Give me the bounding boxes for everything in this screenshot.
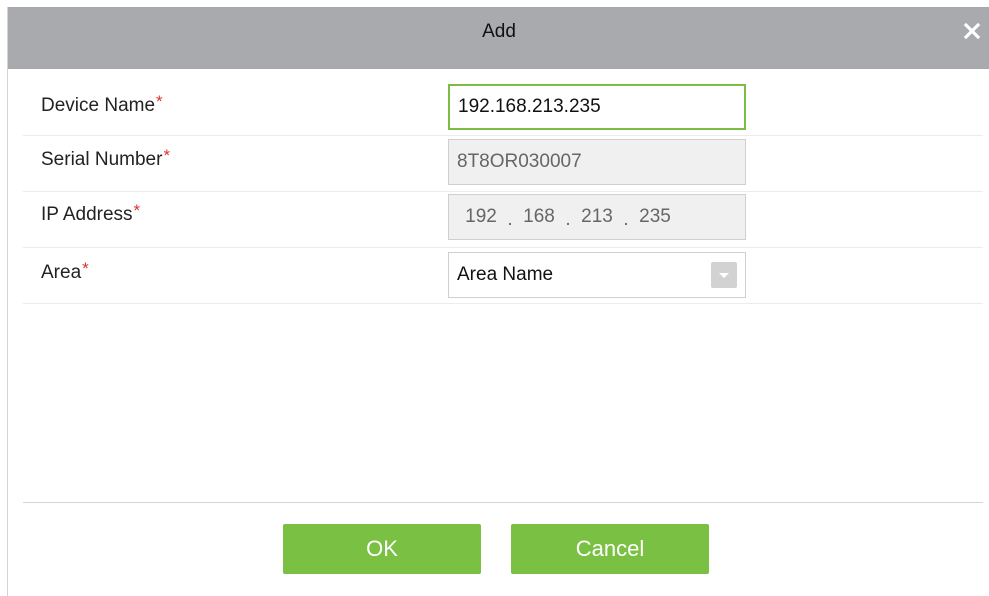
ip-address-row: IP Address* 192 . 168 . 213 . 235 [23, 191, 983, 248]
required-marker: * [82, 259, 89, 278]
area-label: Area* [41, 259, 89, 284]
ip-octet-3: 213 [581, 206, 613, 227]
serial-number-row: Serial Number* 8T8OR030007 [23, 135, 983, 192]
close-icon[interactable] [960, 19, 984, 43]
footer-divider [23, 502, 983, 503]
required-marker: * [133, 201, 141, 220]
required-marker: * [156, 92, 163, 111]
device-name-label-text: Device Name [41, 95, 156, 116]
ip-address-field: 192 . 168 . 213 . 235 [448, 194, 746, 240]
dialog-title: Add [482, 21, 516, 42]
required-marker: * [163, 146, 171, 165]
ip-address-label-text: IP Address [41, 204, 133, 225]
ip-address-label: IP Address* [41, 201, 141, 226]
cancel-button[interactable]: Cancel [511, 524, 709, 574]
ip-separator: . [565, 209, 571, 230]
ip-octet-2: 168 [523, 206, 555, 227]
ip-octet-1: 192 [465, 206, 497, 227]
dialog-titlebar: Add [8, 7, 989, 69]
ip-separator: . [623, 209, 629, 230]
device-name-row: Device Name* [23, 79, 983, 136]
area-selected-value: Area Name [457, 264, 554, 285]
serial-number-field: 8T8OR030007 [448, 139, 746, 185]
chevron-down-icon[interactable] [711, 262, 737, 288]
area-select[interactable]: Area Name [448, 252, 746, 298]
ok-button[interactable]: OK [283, 524, 481, 574]
serial-number-label: Serial Number* [41, 146, 171, 171]
ip-separator: . [507, 209, 513, 230]
add-device-dialog: Add Device Name* Serial Number* 8T8OR030… [7, 7, 989, 596]
device-name-input[interactable] [448, 84, 746, 130]
ip-octet-4: 235 [639, 206, 671, 227]
area-label-text: Area [41, 262, 82, 283]
device-name-label: Device Name* [41, 92, 163, 117]
area-row: Area* Area Name [23, 247, 983, 304]
serial-number-label-text: Serial Number [41, 149, 163, 170]
